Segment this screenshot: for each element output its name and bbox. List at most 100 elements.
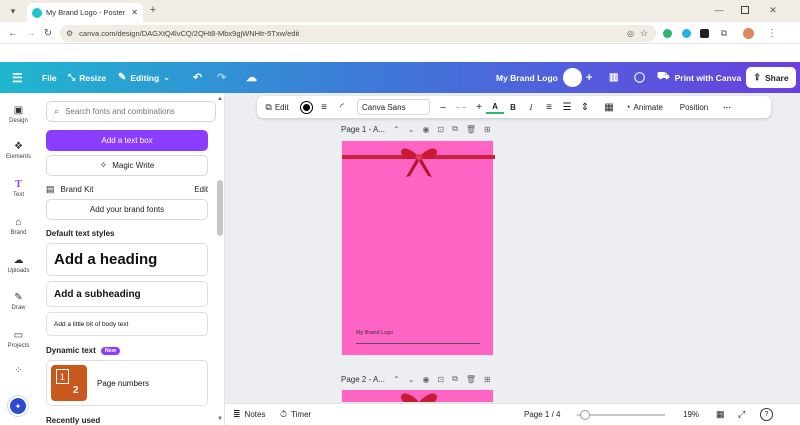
back-icon[interactable]: ← — [6, 26, 20, 40]
add-page-icon[interactable]: ⊞ — [484, 375, 491, 384]
magic-assistant-button[interactable]: ✦ — [7, 395, 29, 417]
zoom-percentage[interactable]: 19% — [683, 410, 699, 419]
add-heading-card[interactable]: Add a heading — [46, 243, 208, 276]
add-brand-fonts-button[interactable]: Add your brand fonts — [46, 199, 208, 220]
rail-item-design[interactable]: ▣ Design — [0, 105, 37, 124]
timer-button[interactable]: ⏱ Timer — [280, 409, 311, 420]
hamburger-menu-icon[interactable]: ☰ — [12, 62, 23, 93]
undo-icon[interactable]: ↶ — [193, 62, 202, 93]
extension-icon-dark[interactable] — [700, 29, 709, 38]
animate-button[interactable]: ◔ Animate — [618, 96, 670, 118]
close-tab-icon[interactable]: ✕ — [131, 8, 138, 17]
rail-item-apps[interactable]: ⁘ — [0, 365, 37, 376]
add-page-icon[interactable]: ⊞ — [484, 125, 491, 134]
page-down-icon[interactable]: ⌄ — [408, 375, 415, 384]
scroll-down-arrow-icon[interactable]: ▼ — [217, 416, 223, 422]
page-up-icon[interactable]: ⌃ — [393, 125, 400, 134]
more-options-icon[interactable]: ⋯ — [718, 96, 736, 118]
list-icon[interactable]: ☰ — [558, 96, 576, 118]
page-2-title[interactable]: Page 2 - A... — [341, 375, 385, 384]
zoom-slider-handle[interactable] — [580, 410, 590, 420]
position-button[interactable]: Position — [670, 96, 718, 118]
site-info-icon[interactable]: ⚙ — [66, 29, 73, 38]
spacing-icon[interactable]: ⇕ — [576, 96, 594, 118]
font-size-input[interactable]: – – — [450, 96, 472, 118]
forward-icon[interactable]: → — [24, 26, 38, 40]
tab-menu-icon[interactable]: ▾ — [6, 4, 20, 18]
profile-avatar[interactable] — [743, 28, 754, 39]
corner-rounding-icon[interactable]: ◜ — [333, 96, 351, 118]
page-numbers-card[interactable]: 1 2 Page numbers — [46, 360, 208, 406]
minimize-icon[interactable]: — — [712, 3, 726, 17]
address-bar[interactable]: ⚙ canva.com/design/DAGXtQ4lvCQ/2QHt8-Mbx… — [60, 25, 656, 42]
add-collaborator-icon[interactable]: + — [586, 62, 592, 93]
text-color-icon[interactable]: A — [486, 100, 504, 114]
extension-icon-green[interactable] — [663, 29, 672, 38]
page-2-canvas[interactable] — [341, 389, 494, 403]
page-1-title[interactable]: Page 1 - A... — [341, 125, 385, 134]
page-up-icon[interactable]: ⌃ — [393, 375, 400, 384]
maximize-icon[interactable] — [738, 3, 752, 17]
rail-item-uploads[interactable]: ☁ Uploads — [0, 255, 37, 274]
new-tab-icon[interactable]: + — [147, 4, 159, 16]
extensions-puzzle-icon[interactable]: ⧉ — [718, 27, 730, 39]
hide-page-icon[interactable]: ◉ — [422, 125, 429, 134]
magic-write-button[interactable]: ✧ Magic Write — [46, 155, 208, 176]
border-style-icon[interactable]: ≡ — [315, 96, 333, 118]
bookmark-star-icon[interactable]: ☆ — [640, 28, 648, 39]
resize-button[interactable]: ⤡ Resize — [68, 62, 106, 93]
italic-icon[interactable]: I — [522, 96, 540, 118]
lock-page-icon[interactable]: ⊡ — [437, 125, 444, 134]
insights-chart-icon[interactable]: ▥ — [609, 62, 618, 93]
design-title[interactable]: My Brand Logo — [496, 62, 558, 93]
delete-page-icon[interactable]: 🗑 — [466, 125, 476, 134]
comments-icon[interactable]: ◯ — [634, 62, 645, 93]
browser-tab[interactable]: My Brand Logo - Poster - Canva ✕ — [27, 3, 143, 22]
file-menu[interactable]: File — [42, 62, 57, 93]
color-swatch-button[interactable] — [297, 96, 315, 118]
extension-icon-teal[interactable] — [682, 29, 691, 38]
zoom-slider[interactable] — [577, 410, 665, 420]
page-down-icon[interactable]: ⌄ — [408, 125, 415, 134]
share-button[interactable]: ⇪ Share — [746, 67, 796, 88]
cloud-save-icon[interactable]: ☁ — [246, 62, 257, 93]
help-icon[interactable]: ? — [760, 408, 773, 421]
rail-item-draw[interactable]: ✎ Draw — [0, 292, 37, 311]
add-body-text-card[interactable]: Add a little bit of body text — [46, 312, 208, 336]
font-search-input[interactable] — [65, 107, 206, 116]
font-size-decrease-button[interactable]: – — [436, 96, 450, 118]
print-with-canva-button[interactable]: ⛟ Print with Canva — [657, 62, 741, 93]
user-avatar[interactable] — [563, 68, 582, 87]
bold-icon[interactable]: B — [504, 96, 522, 118]
font-search-box[interactable]: ⌕ — [46, 101, 216, 122]
font-size-increase-button[interactable]: + — [472, 96, 486, 118]
notes-button[interactable]: ≣ Notes — [233, 409, 265, 420]
redo-icon[interactable]: ↷ — [217, 62, 226, 93]
edit-button[interactable]: ⧉ Edit — [257, 96, 297, 118]
brand-kit-edit-link[interactable]: Edit — [194, 185, 208, 194]
browser-menu-icon[interactable]: ⋮ — [766, 27, 778, 39]
grid-view-icon[interactable]: ▦ — [716, 409, 725, 420]
align-center-icon[interactable]: ≡ — [540, 96, 558, 118]
duplicate-page-icon[interactable]: ⧉ — [452, 124, 458, 134]
page-indicator[interactable]: Page 1 / 4 — [524, 410, 560, 419]
scroll-up-arrow-icon[interactable]: ▲ — [217, 96, 223, 102]
font-family-select[interactable]: Canva Sans — [357, 99, 430, 115]
delete-page-icon[interactable]: 🗑 — [466, 375, 476, 384]
lock-page-icon[interactable]: ⊡ — [437, 375, 444, 384]
page-1-brand-text[interactable]: My Brand Logo — [356, 330, 393, 336]
eye-off-icon[interactable]: ◎ — [627, 29, 634, 38]
rail-item-text[interactable]: T Text — [0, 179, 37, 198]
panel-scrollbar[interactable] — [217, 180, 223, 236]
reload-icon[interactable]: ↻ — [41, 26, 55, 40]
fullscreen-icon[interactable]: ⤢ — [738, 409, 745, 420]
rail-item-elements[interactable]: ❖ Elements — [0, 141, 37, 160]
add-subheading-card[interactable]: Add a subheading — [46, 281, 208, 307]
page-1-canvas[interactable]: My Brand Logo — [341, 140, 495, 356]
editing-mode-dropdown[interactable]: ✎ Editing ⌄ — [118, 62, 170, 93]
hide-page-icon[interactable]: ◉ — [422, 375, 429, 384]
rail-item-projects[interactable]: ▭ Projects — [0, 330, 37, 349]
transparency-icon[interactable]: ▦ — [600, 96, 618, 118]
add-text-box-button[interactable]: Add a text box — [46, 130, 208, 151]
close-window-icon[interactable]: ✕ — [766, 3, 780, 17]
